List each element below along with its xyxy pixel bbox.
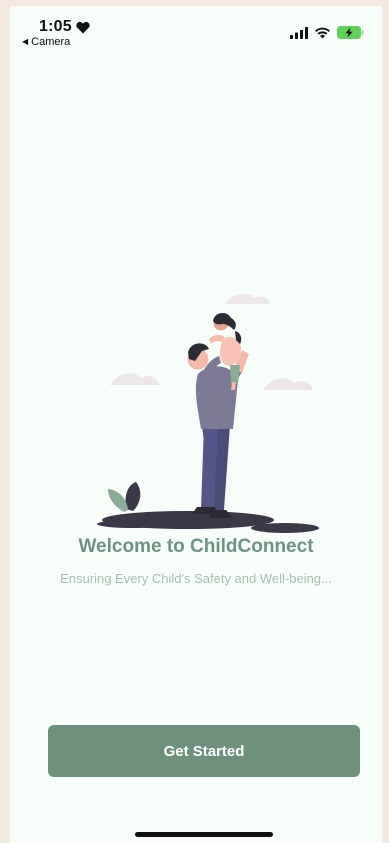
back-to-camera-link[interactable]: ◀ Camera — [22, 36, 70, 48]
welcome-subtitle: Ensuring Every Child's Safety and Well-b… — [60, 571, 332, 586]
signal-icon — [290, 26, 308, 39]
home-indicator[interactable] — [135, 832, 273, 837]
back-arrow-icon: ◀ — [22, 37, 29, 46]
status-time: 1:05 — [39, 18, 72, 35]
status-time-group: 1:05 — [39, 18, 90, 36]
parent-lifting-child-illustration — [97, 293, 319, 533]
get-started-button[interactable]: Get Started — [48, 725, 360, 777]
status-bar: 1:05 ◀ Camera — [10, 6, 382, 50]
app-screen: 1:05 ◀ Camera Welcome to ChildConnect En… — [10, 6, 382, 843]
wifi-icon — [315, 27, 330, 38]
heart-icon — [76, 21, 90, 33]
status-icons — [290, 26, 364, 39]
back-app-label: Camera — [31, 36, 71, 48]
welcome-title: Welcome to ChildConnect — [78, 536, 314, 557]
battery-icon — [337, 26, 364, 39]
